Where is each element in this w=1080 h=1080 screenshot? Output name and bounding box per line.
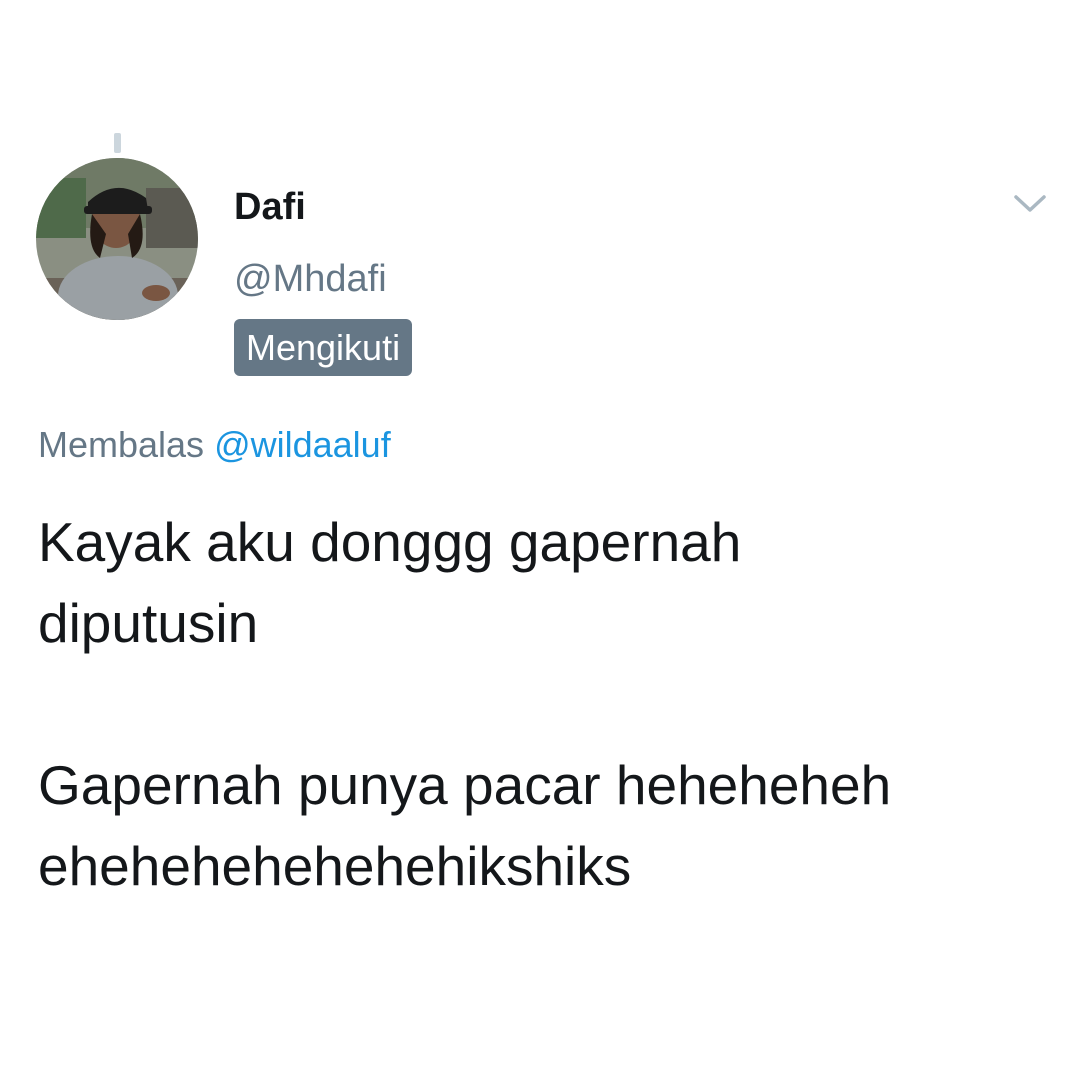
avatar-photo — [36, 158, 198, 320]
tweet-line: Gapernah punya pacar heheheheh — [38, 754, 892, 816]
tweet-line: diputusin — [38, 592, 259, 654]
avatar[interactable] — [36, 158, 198, 320]
reply-context: Membalas @wildaaluf — [38, 424, 391, 466]
thread-connector-line — [114, 133, 121, 153]
author-handle[interactable]: @Mhdafi — [234, 258, 387, 301]
reply-prefix: Membalas — [38, 424, 205, 465]
tweet-line: Kayak aku donggg gapernah — [38, 511, 742, 573]
tweet-text: Kayak aku donggg gapernah diputusin Gape… — [38, 502, 1058, 907]
reply-mention-link[interactable]: @wildaaluf — [214, 424, 391, 465]
chevron-down-icon[interactable] — [1010, 188, 1050, 218]
author-display-name[interactable]: Dafi — [234, 186, 306, 229]
tweet-line: ehehehehehehehikshiks — [38, 835, 632, 897]
follow-status-badge: Mengikuti — [234, 319, 413, 376]
